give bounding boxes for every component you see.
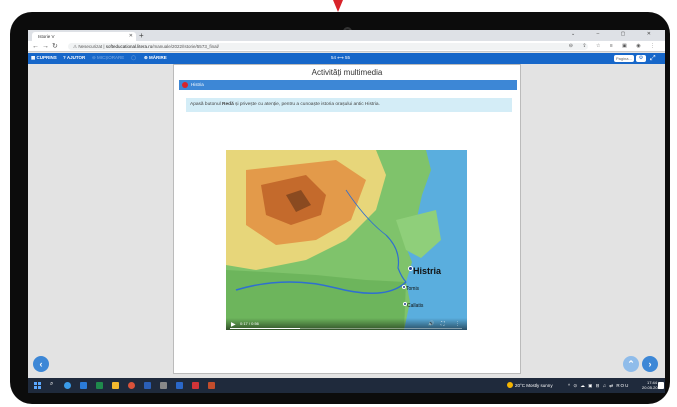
cuprins-button[interactable]: ▦ CUPRINS [31, 55, 57, 61]
zoom-out-icon: ⊖ [92, 55, 96, 60]
question-icon: ? [63, 55, 66, 60]
weather-text[interactable]: 20°C Mostly sunny [515, 383, 553, 388]
zoom-in-icon: ⊕ [144, 55, 148, 60]
histria-label: Histria [413, 266, 442, 276]
url-path: /manuale/2022/Istorie/5573_final/ [152, 44, 219, 49]
search-icon[interactable]: ⌕ [50, 381, 53, 388]
ajutor-button[interactable]: ? AJUTOR [63, 55, 85, 60]
callatis-label: Callatis [407, 303, 424, 309]
reset-icon: ◯ [131, 55, 137, 60]
fullscreen-video-icon[interactable]: ⛶ [441, 321, 445, 327]
video-player[interactable]: Histria Tomis Callatis ▶ 0:17 / 0:56 🔊 ⛶… [226, 150, 467, 330]
forward-icon[interactable]: → [42, 42, 49, 51]
section-marker-icon [182, 82, 188, 88]
fullscreen-icon[interactable]: ⤢ [650, 54, 656, 63]
url-domain: softeducational.litera.ro [105, 44, 153, 49]
tab-title: Istorie V [38, 34, 55, 39]
video-progress-bar[interactable] [230, 328, 462, 329]
browser-tab-bar: Istorie V ✕ + ⌄ – ▢ ✕ [28, 30, 665, 41]
volume-icon[interactable]: 🔊 [428, 321, 434, 327]
close-tab-icon[interactable]: ✕ [129, 33, 133, 39]
arrow-right-icon[interactable]: › [642, 356, 658, 372]
red-pointer-marker [333, 0, 343, 12]
multimedia-card: Activități multimedia Histria Apasă buto… [173, 64, 521, 374]
edge-icon[interactable] [64, 382, 71, 389]
outlook-icon[interactable] [80, 382, 87, 389]
relief-map [226, 150, 467, 330]
app-icon[interactable] [160, 382, 167, 389]
arrow-left-icon[interactable]: ‹ [33, 356, 49, 372]
system-tray[interactable]: ^ ⊙ ☁ ▣ ⊟ ♫ ⇄ ROU [568, 383, 629, 389]
instruction-pre: Apasă butonul [190, 102, 223, 107]
section-bar[interactable]: Histria [179, 80, 517, 90]
windows-taskbar: ⌕ 20°C Mostly sunny ^ ⊙ ☁ ▣ ⊟ ♫ ⇄ ROU 17… [28, 378, 665, 393]
page-input[interactable]: Pagina... [614, 55, 634, 62]
grid-icon: ▦ [31, 55, 36, 60]
mail-icon[interactable] [176, 382, 183, 389]
browser-address-bar: ← → ↻ ⚠ Nesecurizat | softeducational.li… [28, 41, 665, 52]
more-icon[interactable]: ⋮ [455, 321, 460, 327]
browser-toolbar-icons[interactable]: ⊖ ⇪ ☆ ≡ ▣ ◉ ⋮ [569, 43, 659, 49]
back-icon[interactable]: ← [32, 42, 39, 51]
window-controls[interactable]: ⌄ – ▢ ✕ [571, 31, 661, 37]
chrome-icon[interactable] [128, 382, 135, 389]
excel-icon[interactable] [96, 382, 103, 389]
video-progress-fill [230, 328, 300, 329]
pdf-icon[interactable] [192, 382, 199, 389]
site-header: ▦ CUPRINS ? AJUTOR ⊖ MICȘORARE ◯ ⊕ MĂRIR… [28, 53, 665, 64]
word-icon[interactable] [144, 382, 151, 389]
reset-zoom-button[interactable]: ◯ [131, 55, 136, 61]
warning-icon: ⚠ [73, 44, 78, 49]
play-icon[interactable]: ▶ [231, 321, 236, 328]
new-tab-button[interactable]: + [139, 31, 144, 40]
arrow-up-icon[interactable]: ⌃ [623, 356, 639, 372]
weather-sun-icon [507, 382, 513, 388]
url-input[interactable]: ⚠ Nesecurizat | softeducational.litera.r… [68, 43, 588, 50]
laptop-screen: Istorie V ✕ + ⌄ – ▢ ✕ ← → ↻ ⚠ Nesecuriza… [28, 30, 665, 393]
video-controls: ▶ 0:17 / 0:56 🔊 ⛶ ⋮ [226, 318, 467, 330]
reload-icon[interactable]: ↻ [52, 42, 58, 51]
page-title: Activități multimedia [311, 68, 383, 77]
gear-icon[interactable]: ⚙ [636, 55, 646, 62]
instruction-post: și privește cu atenție, pentru a cunoașt… [233, 102, 380, 107]
instruction-box: Apasă butonul Redă și privește cu atenți… [186, 98, 512, 112]
video-time: 0:17 / 0:56 [240, 321, 259, 326]
marire-button[interactable]: ⊕ MĂRIRE [144, 55, 167, 61]
section-label: Histria [191, 82, 204, 87]
language-indicator: ROU [616, 383, 630, 388]
tomis-label: Tomis [406, 286, 420, 292]
url-security: Nesecurizat [78, 44, 103, 49]
micsorare-button[interactable]: ⊖ MICȘORARE [92, 55, 124, 61]
browser-tab[interactable]: Istorie V ✕ [32, 32, 136, 41]
explorer-icon[interactable] [112, 382, 119, 389]
windows-start-icon[interactable] [34, 382, 41, 389]
page-range: 54 ⟷ 55 [331, 55, 350, 60]
powerpoint-icon[interactable] [208, 382, 215, 389]
notifications-icon[interactable] [658, 382, 664, 389]
instruction-bold: Redă [222, 102, 234, 107]
